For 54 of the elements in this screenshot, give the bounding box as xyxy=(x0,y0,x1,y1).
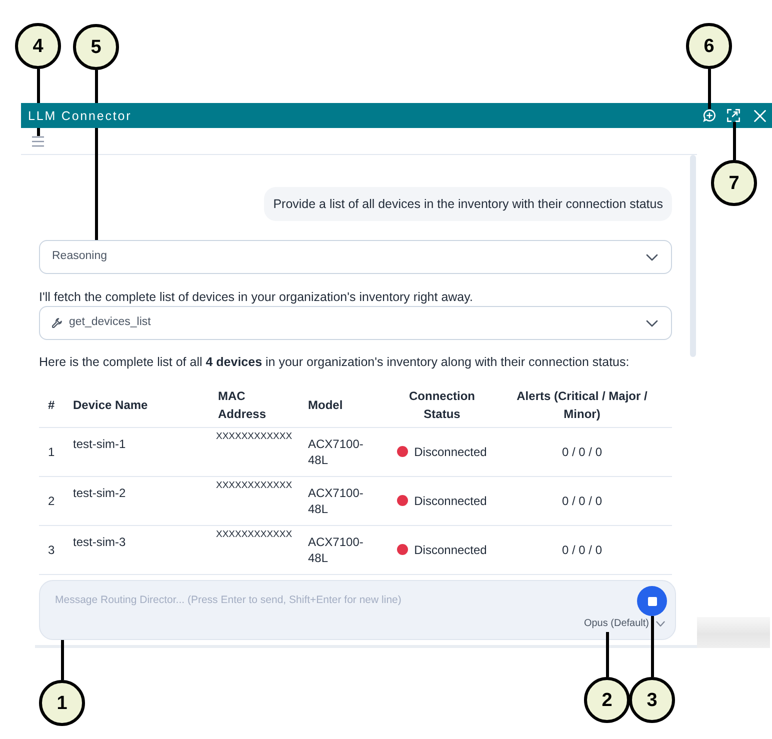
menu-icon[interactable] xyxy=(32,136,44,146)
reasoning-toggle[interactable]: Reasoning xyxy=(39,240,672,274)
table-cell: ACX7100-48L xyxy=(300,427,392,476)
callout-marker: 3 xyxy=(629,677,675,723)
chat-input-box[interactable]: Message Routing Director... (Press Enter to send, Shift+Enter for new line) Opus (Default) xyxy=(39,580,676,640)
callout-marker: 1 xyxy=(39,680,85,726)
leader-line xyxy=(60,640,64,680)
window-title: LLM Connector xyxy=(28,108,132,124)
callout-marker: 4 xyxy=(15,23,61,69)
message-input[interactable]: Message Routing Director... (Press Enter to send, Shift+Enter for new line) xyxy=(40,585,637,611)
table-cell: ACX7100-48L xyxy=(300,476,392,525)
scrollbar-thumb[interactable] xyxy=(690,155,696,357)
column-header: Connection Status xyxy=(392,384,492,427)
table-cell: test-sim-2 xyxy=(65,476,210,525)
table-cell: 0 / 0 / 0 xyxy=(492,427,672,476)
table-cell: XXXXXXXXXXXX xyxy=(210,525,300,574)
table-cell: XXXXXXXXXXXX xyxy=(210,476,300,525)
assistant-message: I'll fetch the complete list of devices in your organization's inventory right away. xyxy=(39,289,474,306)
status-text: Disconnected xyxy=(414,444,487,458)
assistant-message: Here is the complete list of all 4 devices in your organization's inventory along with their connection status: xyxy=(39,354,630,371)
tool-call-toggle[interactable]: get_devices_list xyxy=(39,306,672,340)
close-icon[interactable] xyxy=(754,110,766,122)
status-text: Disconnected xyxy=(414,542,487,556)
column-header: Alerts (Critical / Major / Minor) xyxy=(492,384,672,427)
callout-marker: 7 xyxy=(711,160,757,206)
column-header: # xyxy=(39,384,65,427)
stop-icon xyxy=(648,596,656,606)
stop-button[interactable] xyxy=(637,586,667,616)
leader-line xyxy=(650,616,654,677)
model-selector[interactable]: Opus (Default) xyxy=(584,616,649,632)
status-text: Disconnected xyxy=(414,494,487,508)
table-cell: 2 xyxy=(39,476,65,525)
callout-marker: 6 xyxy=(686,23,732,69)
caret-icon[interactable] xyxy=(656,621,665,627)
table-cell: 1 xyxy=(39,427,65,476)
leader-line xyxy=(606,632,608,677)
table-cell: 3 xyxy=(39,525,65,574)
table-cell: 0 / 0 / 0 xyxy=(492,476,672,525)
leader-line xyxy=(708,69,710,109)
column-header: Model xyxy=(300,384,392,427)
column-header: Device Name xyxy=(65,384,210,427)
callout-marker: 5 xyxy=(73,24,119,70)
table-cell: test-sim-1 xyxy=(65,427,210,476)
expand-icon[interactable] xyxy=(727,109,740,122)
table-cell: XXXXXXXXXXXX xyxy=(210,427,300,476)
callout-marker: 2 xyxy=(584,677,630,723)
user-message: Provide a list of all devices in the inventory with their connection status xyxy=(264,187,672,221)
wrench-icon xyxy=(52,318,62,328)
column-header: MAC Address xyxy=(210,384,300,427)
table-cell: test-sim-3 xyxy=(65,525,210,574)
table-cell: 0 / 0 / 0 xyxy=(492,525,672,574)
chat-plus-icon[interactable] xyxy=(703,109,716,122)
leader-line xyxy=(732,122,736,160)
table-cell: ACX7100-48L xyxy=(300,525,392,574)
